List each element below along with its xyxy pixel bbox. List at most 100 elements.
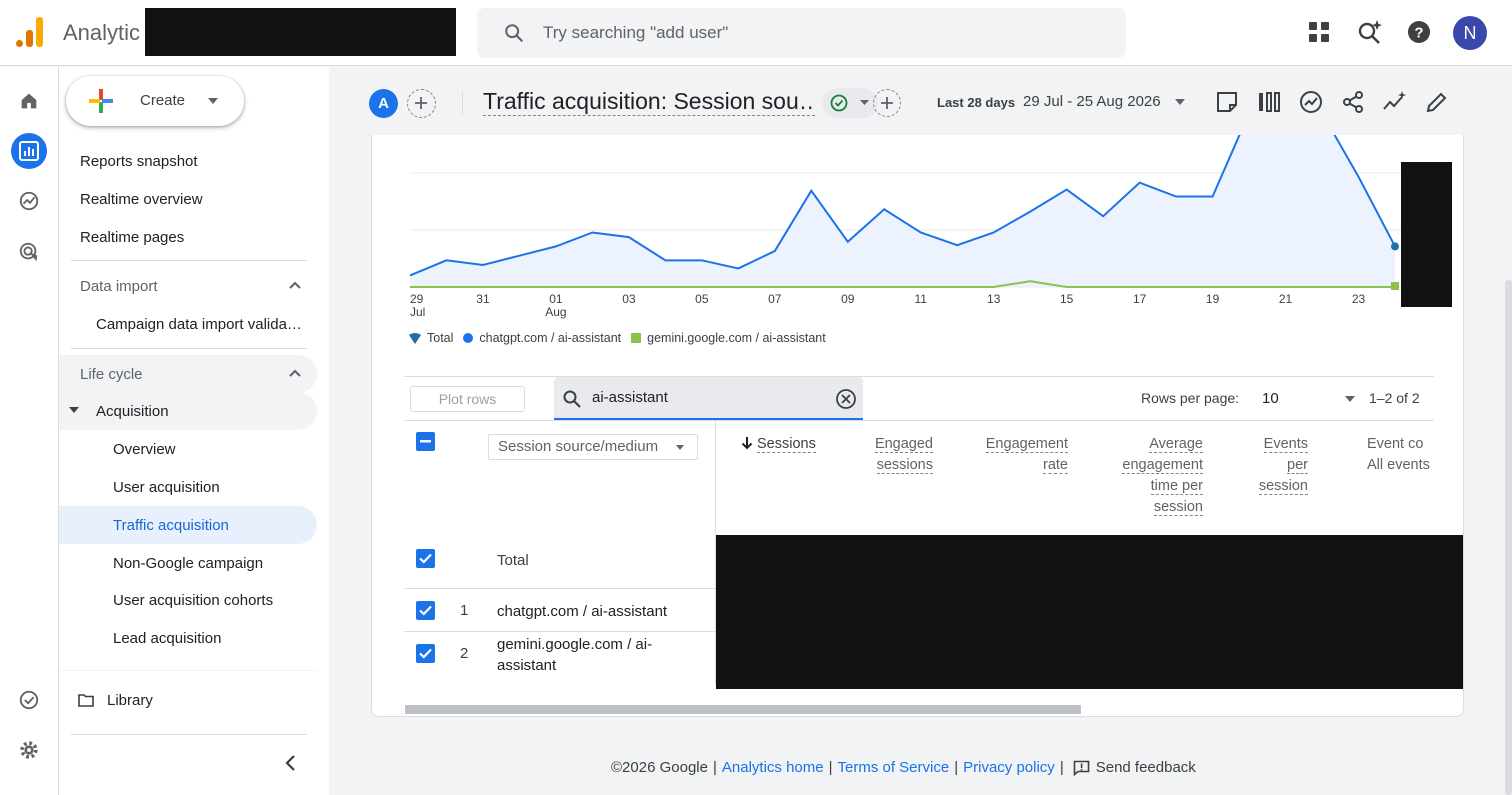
sidebar-item-realtime-pages[interactable]: Realtime pages: [59, 218, 317, 256]
date-range-picker[interactable]: 29 Jul - 25 Aug 2026: [1023, 93, 1161, 110]
add-comparison-button[interactable]: [407, 89, 436, 118]
search-input[interactable]: Try searching "add user": [477, 8, 1126, 58]
row-checkbox[interactable]: [416, 549, 435, 568]
caret-down-icon: [860, 100, 869, 105]
column-header-sessions[interactable]: Sessions: [741, 434, 816, 455]
home-button[interactable]: [11, 83, 47, 119]
chevron-down-icon[interactable]: [1345, 396, 1355, 402]
share-icon[interactable]: [1340, 89, 1366, 115]
top-bar: Analytic Try searching "add user" ? N: [0, 0, 1512, 66]
explore-button[interactable]: [11, 183, 47, 219]
check-icon: [419, 648, 432, 659]
table-toolbar: Plot rows ai-assistant Rows per page: 10…: [404, 376, 1434, 420]
x-tick-label: 23: [1352, 292, 1366, 306]
x-tick-label: 15: [1060, 292, 1074, 306]
column-label: Events per session: [1258, 436, 1308, 495]
row-number: 1: [460, 602, 469, 619]
x-tick-label: 31: [476, 292, 490, 306]
rows-per-page-select[interactable]: 10: [1262, 390, 1279, 407]
sidebar-item-campaign-data-import[interactable]: Campaign data import valida…: [59, 305, 317, 343]
collapse-sidebar-icon[interactable]: [284, 755, 296, 771]
sidebar-item-realtime-overview[interactable]: Realtime overview: [59, 180, 317, 218]
terms-link[interactable]: Terms of Service: [838, 759, 950, 776]
copyright: ©2026 Google: [611, 759, 708, 776]
x-tick-label: 21: [1279, 292, 1293, 306]
reports-button[interactable]: [11, 133, 47, 169]
privacy-link[interactable]: Privacy policy: [963, 759, 1055, 776]
account-avatar[interactable]: N: [1453, 16, 1487, 50]
x-tick-label: 29: [410, 292, 424, 306]
sidebar-item-acquisition[interactable]: Acquisition: [59, 392, 317, 430]
column-header-events-per-session[interactable]: Events per session: [1250, 434, 1308, 497]
row-number: 2: [460, 645, 469, 662]
search-insights-icon[interactable]: [1356, 18, 1384, 46]
sidebar-item-user-acquisition[interactable]: User acquisition: [59, 468, 317, 506]
caret-down-icon[interactable]: [1175, 99, 1185, 106]
column-header-avg-engagement-time[interactable]: Average engagement time per session: [1110, 434, 1203, 518]
insights-icon[interactable]: [1298, 89, 1324, 115]
report-header: A Traffic acquisition: Session sou… Last…: [329, 67, 1512, 135]
create-label: Create: [140, 92, 186, 109]
dimension-select[interactable]: Session source/medium: [488, 434, 698, 460]
legend-swatch: [463, 333, 474, 343]
column-header-event-count[interactable]: Event co All events: [1367, 434, 1437, 476]
row-checkbox[interactable]: [416, 601, 435, 620]
analytics-logo-icon[interactable]: [16, 17, 46, 47]
report-title[interactable]: Traffic acquisition: Session sou…: [483, 88, 815, 116]
sidebar-divider: [71, 348, 307, 349]
row-checkbox[interactable]: [416, 644, 435, 663]
pagination-info: 1–2 of 2: [1369, 390, 1420, 406]
sidebar-section-data-import[interactable]: Data import: [59, 267, 317, 305]
table-search-input[interactable]: ai-assistant: [554, 377, 863, 420]
configure-button[interactable]: [11, 682, 47, 718]
compare-columns-icon[interactable]: [1256, 89, 1282, 115]
legend-swatch: [631, 333, 642, 343]
report-status-menu[interactable]: [822, 88, 878, 118]
apps-grid-icon[interactable]: [1305, 18, 1333, 46]
trend-sparkle-icon[interactable]: [1382, 89, 1408, 115]
caret-down-icon: [69, 407, 79, 413]
column-header-engagement-rate[interactable]: Engagement rate: [978, 434, 1068, 476]
sidebar-section-life-cycle[interactable]: Life cycle: [59, 355, 317, 393]
advertising-button[interactable]: [11, 234, 47, 270]
insights-note-icon[interactable]: [1214, 89, 1240, 115]
legend-item-series-1[interactable]: chatgpt.com / ai-assistant: [463, 331, 621, 345]
select-all-checkbox[interactable]: [416, 432, 435, 451]
advertising-target-icon: [19, 242, 38, 262]
legend-item-total[interactable]: Total: [408, 331, 453, 345]
column-header-engaged-sessions[interactable]: Engaged sessions: [873, 434, 933, 476]
app-name: Analytic: [63, 20, 141, 45]
x-tick-sublabel: Jul: [410, 305, 425, 319]
data-point: [1391, 282, 1399, 290]
sidebar-item-non-google-campaign[interactable]: Non-Google campaign: [59, 544, 317, 582]
plot-rows-button[interactable]: Plot rows: [410, 386, 525, 412]
redacted-account-name: [145, 8, 456, 56]
legend-label: gemini.google.com / ai-assistant: [647, 331, 826, 345]
sidebar-item-traffic-acquisition[interactable]: Traffic acquisition: [59, 506, 317, 544]
row-dimension-value[interactable]: chatgpt.com / ai-assistant: [497, 601, 667, 622]
help-icon[interactable]: ?: [1405, 18, 1433, 46]
add-report-button[interactable]: [873, 89, 901, 117]
analytics-home-link[interactable]: Analytics home: [722, 759, 824, 776]
horizontal-scrollbar[interactable]: [405, 705, 1081, 714]
sidebar-item-lead-acquisition[interactable]: Lead acquisition: [59, 619, 317, 657]
legend-item-series-2[interactable]: gemini.google.com / ai-assistant: [631, 331, 826, 345]
admin-button[interactable]: [11, 732, 47, 768]
plus-icon: [89, 89, 113, 113]
footer-separator: |: [954, 759, 959, 776]
sidebar-item-overview[interactable]: Overview: [59, 430, 317, 468]
x-tick-sublabel: Aug: [545, 305, 566, 319]
clear-search-icon[interactable]: [835, 388, 857, 410]
edit-pencil-icon[interactable]: [1424, 89, 1450, 115]
table-header: Session source/medium Sessions Engaged s…: [404, 420, 1434, 535]
sidebar-item-library[interactable]: Library: [59, 681, 317, 719]
page-scrollbar[interactable]: [1505, 280, 1512, 795]
row-dimension-value[interactable]: gemini.google.com / ai-assistant: [497, 634, 682, 676]
x-tick-label: 05: [695, 292, 709, 306]
comparison-avatar[interactable]: A: [369, 89, 398, 118]
x-tick-label: 09: [841, 292, 855, 306]
create-button[interactable]: Create: [66, 76, 244, 126]
sidebar-item-user-acquisition-cohorts[interactable]: User acquisition cohorts: [59, 581, 317, 619]
sidebar-item-reports-snapshot[interactable]: Reports snapshot: [59, 142, 317, 180]
send-feedback-button[interactable]: Send feedback: [1073, 759, 1196, 776]
